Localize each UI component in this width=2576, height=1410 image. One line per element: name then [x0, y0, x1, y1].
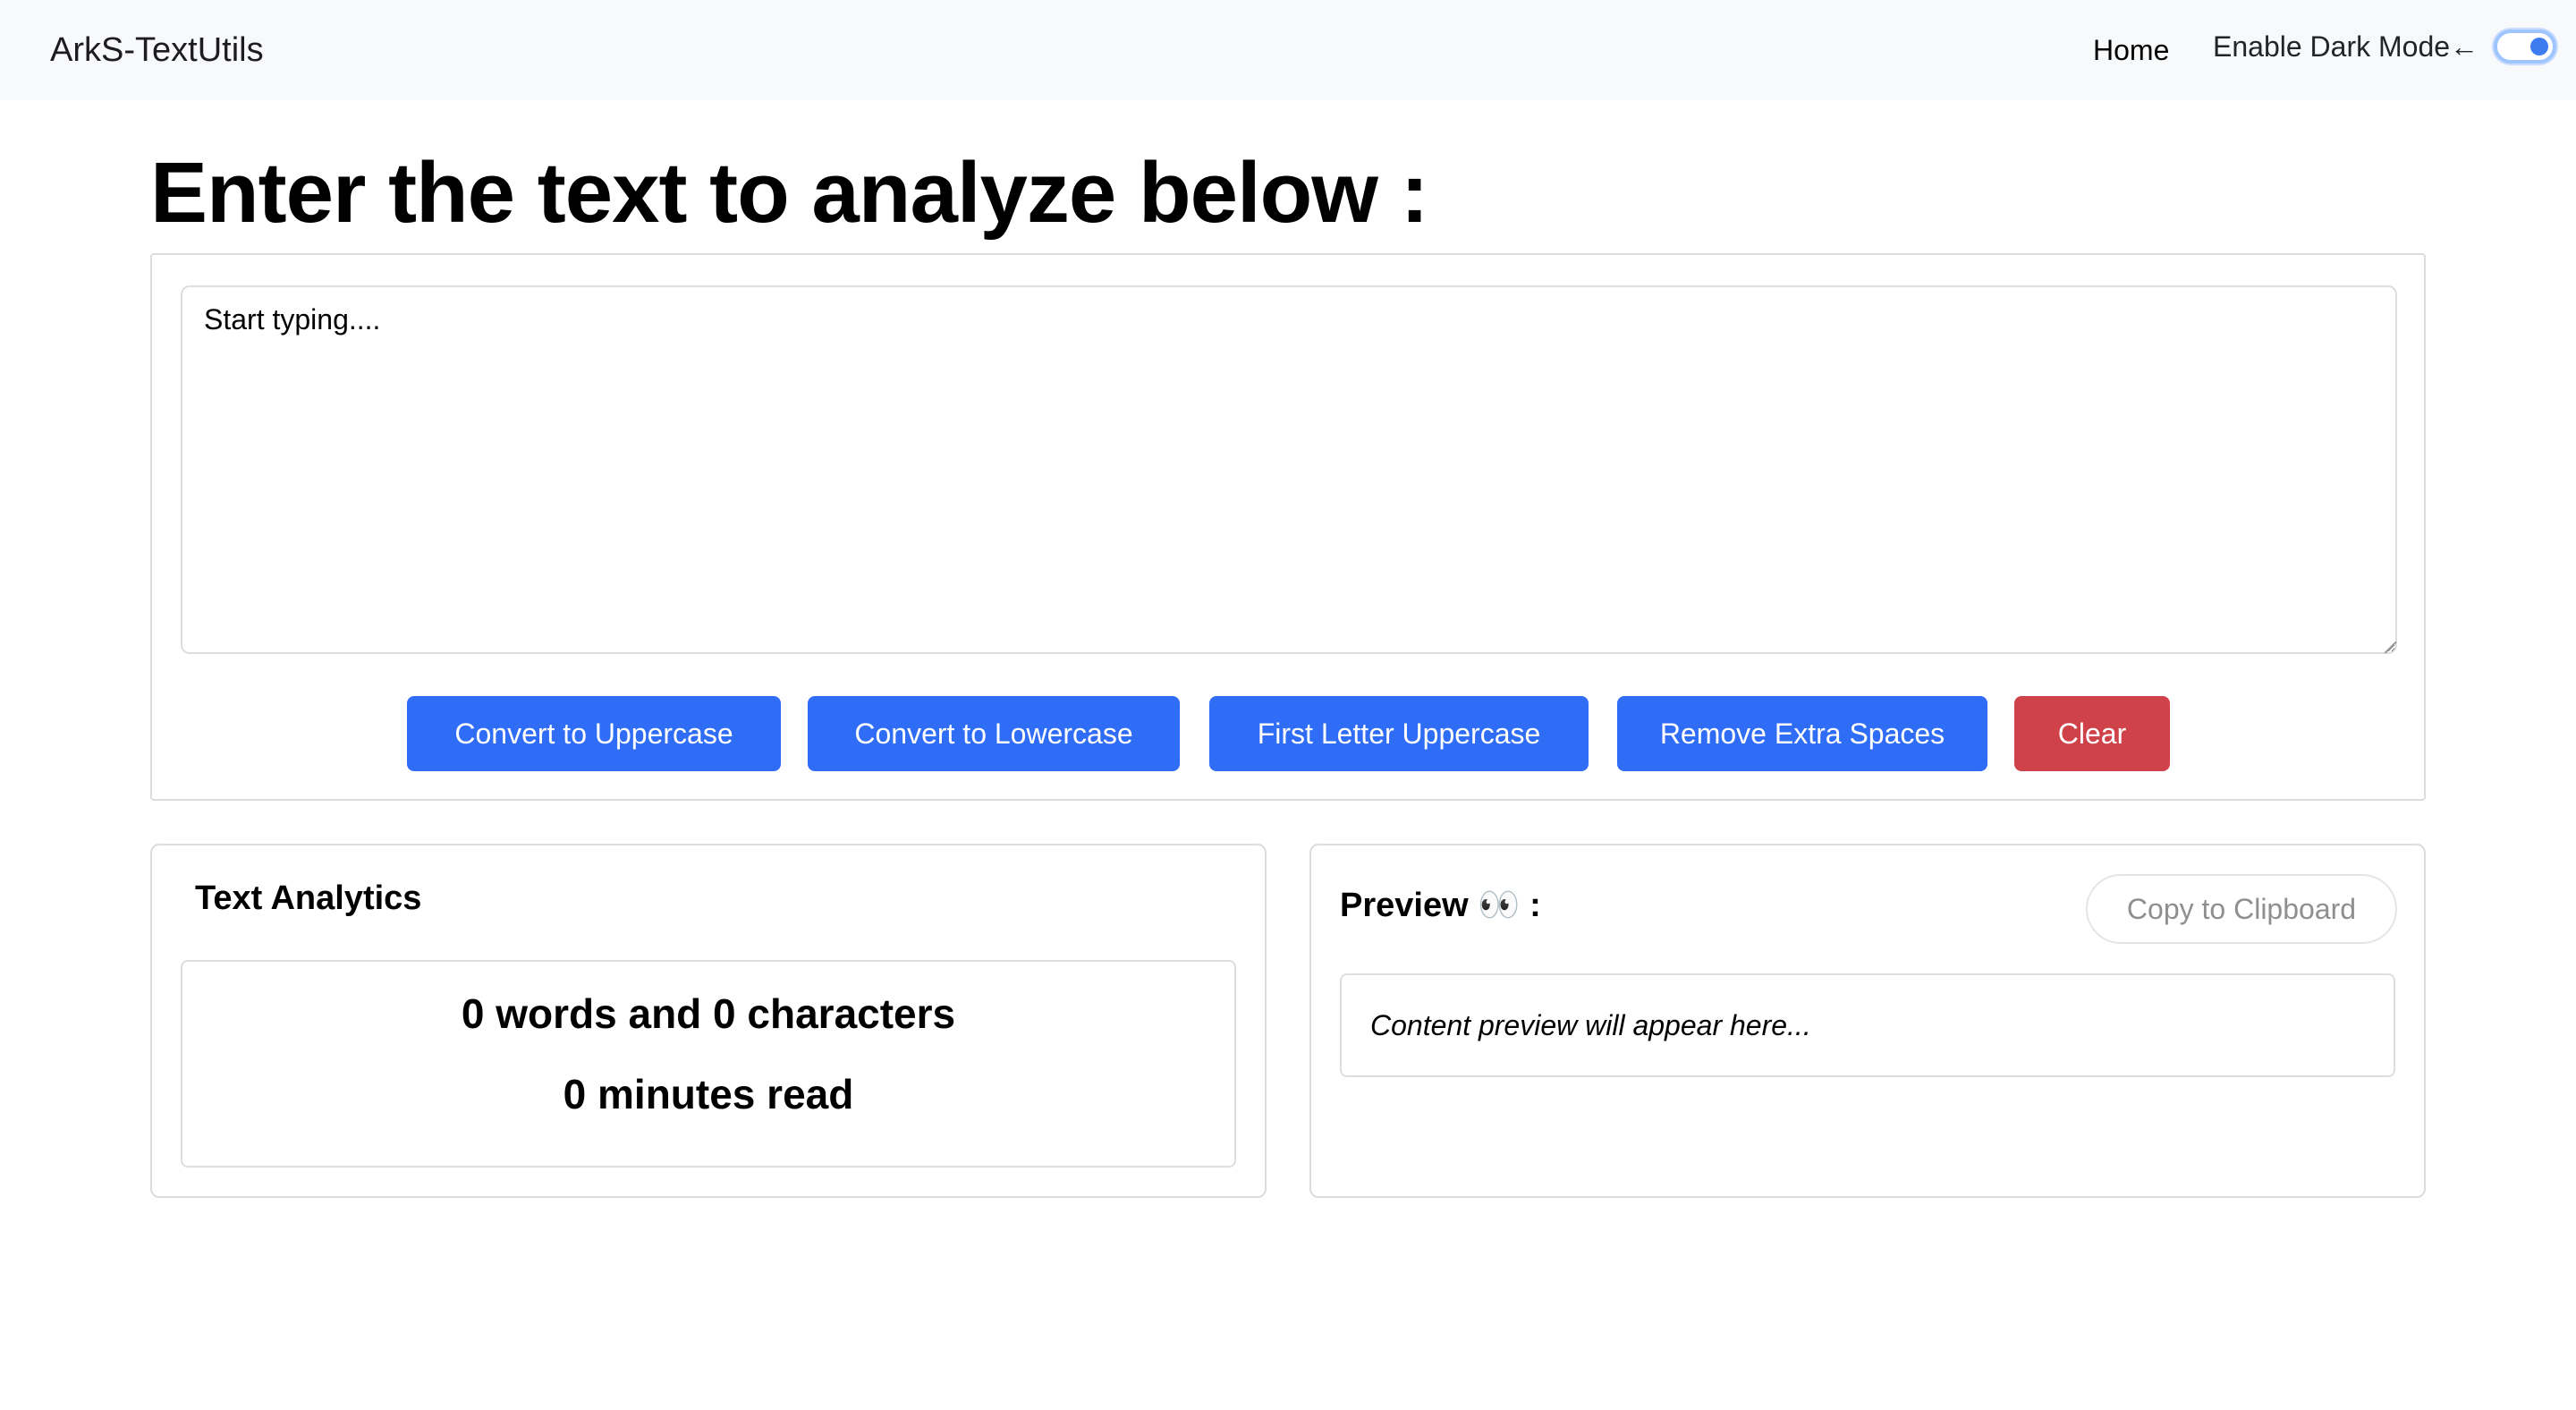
text-input-card: Convert to Uppercase Convert to Lowercas…	[150, 253, 2426, 801]
text-input[interactable]	[181, 285, 2397, 654]
toggle-knob	[2530, 38, 2548, 55]
preview-title: Preview 👀 :	[1340, 887, 1541, 924]
word-char-count: 0 words and 0 characters	[461, 990, 956, 1037]
analytics-summary: 0 words and 0 characters 0 minutes read	[181, 960, 1236, 1168]
clear-button[interactable]: Clear	[2014, 696, 2170, 771]
preview-placeholder-text: Content preview will appear here...	[1370, 1009, 1811, 1041]
reading-time: 0 minutes read	[563, 1071, 854, 1117]
dark-mode-toggle[interactable]	[2494, 30, 2556, 64]
navbar: ArkS-TextUtils Home Enable Dark Mode←	[0, 0, 2576, 100]
preview-content-box: Content preview will appear here...	[1340, 973, 2395, 1077]
convert-uppercase-button[interactable]: Convert to Uppercase	[407, 696, 781, 771]
text-analytics-card: Text Analytics 0 words and 0 characters …	[150, 844, 1267, 1198]
first-letter-uppercase-button[interactable]: First Letter Uppercase	[1209, 696, 1589, 771]
preview-card: Preview 👀 : Copy to Clipboard Content pr…	[1309, 844, 2426, 1198]
convert-lowercase-button[interactable]: Convert to Lowercase	[808, 696, 1180, 771]
remove-extra-spaces-button[interactable]: Remove Extra Spaces	[1617, 696, 1987, 771]
analytics-title: Text Analytics	[195, 879, 422, 917]
page-title: Enter the text to analyze below :	[150, 145, 1429, 241]
brand-link[interactable]: ArkS-TextUtils	[50, 27, 264, 73]
copy-to-clipboard-button[interactable]: Copy to Clipboard	[2086, 874, 2397, 944]
nav-home-link[interactable]: Home	[2093, 29, 2169, 72]
dark-mode-label[interactable]: Enable Dark Mode←	[2213, 25, 2479, 68]
